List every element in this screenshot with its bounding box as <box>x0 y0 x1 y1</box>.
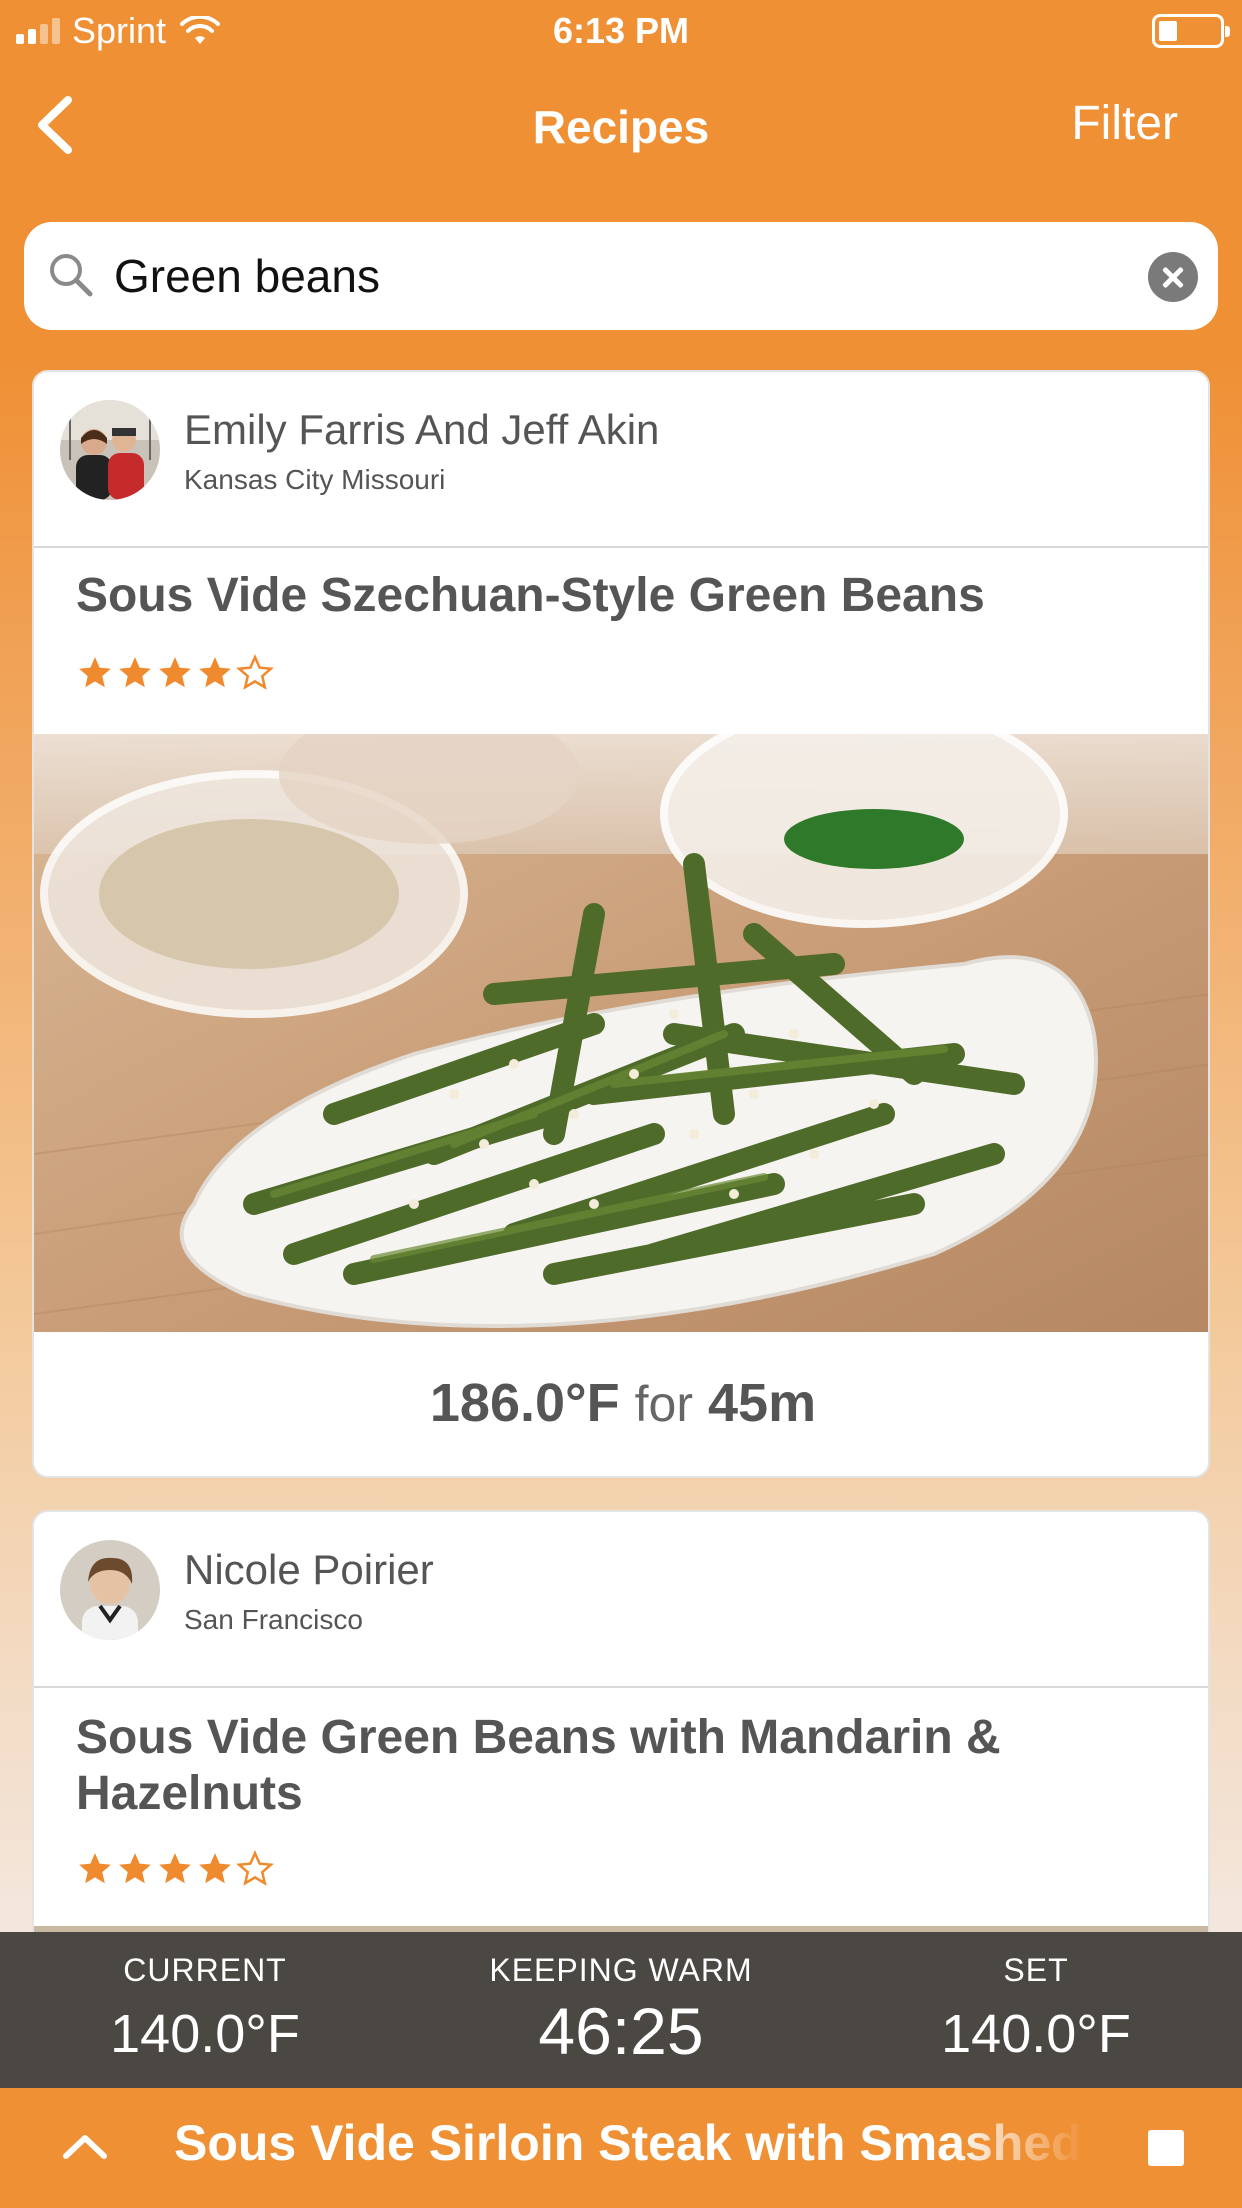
author-header[interactable]: Emily Farris And Jeff Akin Kansas City M… <box>34 372 1208 548</box>
star-filled-icon <box>79 1853 111 1884</box>
star-filled-icon <box>199 657 231 688</box>
star-filled-icon <box>119 657 151 688</box>
recipe-image[interactable] <box>34 734 1208 1332</box>
set-value: 140.0°F <box>941 2004 1131 2064</box>
set-temp: SET 140.0°F <box>856 1932 1216 2065</box>
clear-search-button[interactable] <box>1148 252 1198 302</box>
recipe-title[interactable]: Sous Vide Green Beans with Mandarin & Ha… <box>76 1710 1116 1822</box>
search-input[interactable] <box>114 240 1114 312</box>
cook-settings: 186.0°F for 45m <box>34 1372 1208 1434</box>
for-label: for <box>634 1376 693 1432</box>
search-icon <box>50 254 93 297</box>
timer-value: 46:25 <box>538 1994 704 2068</box>
battery-icon <box>1152 14 1230 48</box>
star-empty-icon <box>236 654 274 690</box>
now-cooking-title[interactable]: Sous Vide Sirloin Steak with Smashed <box>174 2114 1086 2172</box>
author-location: Kansas City Missouri <box>184 464 446 495</box>
status-time: 6:13 PM <box>552 10 690 51</box>
author-header[interactable]: Nicole Poirier San Francisco <box>34 1512 1208 1688</box>
page-title: Recipes <box>532 101 710 153</box>
star-rating <box>76 654 274 692</box>
status-bar: Sprint 6:13 PM <box>0 0 1242 62</box>
timer-label: KEEPING WARM <box>489 1952 753 1988</box>
now-cooking-bar[interactable]: Sous Vide Sirloin Steak with Smashed <box>0 2088 1242 2208</box>
current-temp: CURRENT 140.0°F <box>25 1932 385 2065</box>
nav-bar: Recipes Filter <box>0 70 1242 180</box>
star-filled-icon <box>159 657 191 688</box>
star-filled-icon <box>119 1853 151 1884</box>
recipe-title[interactable]: Sous Vide Szechuan-Style Green Beans <box>76 568 1116 624</box>
recipe-temperature: 186.0°F <box>429 1373 620 1433</box>
star-rating <box>76 1850 274 1888</box>
star-empty-icon <box>236 1850 274 1886</box>
avatar <box>60 400 160 500</box>
star-filled-icon <box>199 1853 231 1884</box>
star-filled-icon <box>79 657 111 688</box>
author-name: Emily Farris And Jeff Akin <box>184 406 660 453</box>
avatar <box>60 1540 160 1640</box>
recipe-duration: 45m <box>708 1373 817 1433</box>
search-bar <box>24 222 1218 330</box>
filter-button[interactable]: Filter <box>1071 96 1178 151</box>
chevron-up-icon[interactable] <box>60 2126 110 2166</box>
keeping-warm-timer: KEEPING WARM 46:25 <box>441 1932 801 2069</box>
cook-status-bar[interactable]: CURRENT 140.0°F KEEPING WARM 46:25 SET 1… <box>0 1932 1242 2088</box>
recipe-card[interactable]: Emily Farris And Jeff Akin Kansas City M… <box>32 370 1210 1478</box>
current-value: 140.0°F <box>110 2004 300 2064</box>
current-label: CURRENT <box>123 1952 287 1988</box>
set-label: SET <box>1003 1952 1069 1988</box>
author-name: Nicole Poirier <box>184 1546 434 1593</box>
stop-icon[interactable] <box>1148 2130 1184 2166</box>
author-location: San Francisco <box>184 1604 363 1635</box>
star-filled-icon <box>159 1853 191 1884</box>
